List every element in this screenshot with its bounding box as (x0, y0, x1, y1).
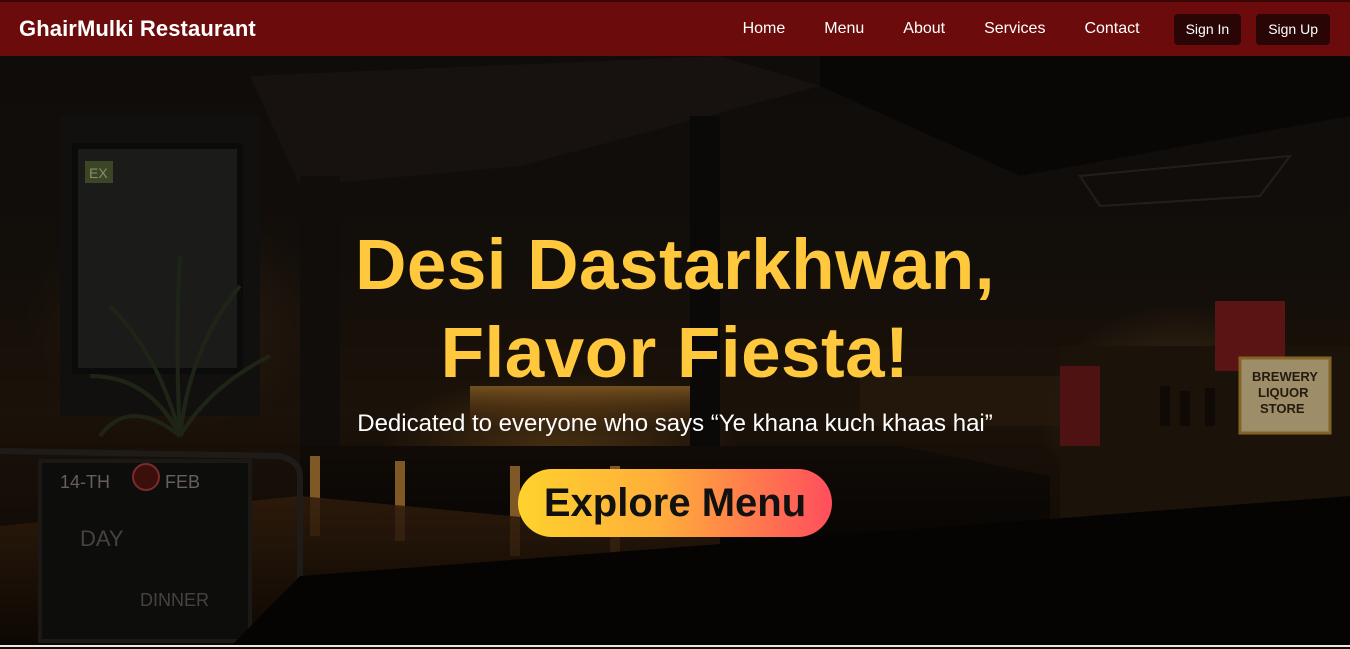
hero-headline: Desi Dastarkhwan, Flavor Fiesta! (0, 222, 1350, 398)
nav-link-contact[interactable]: Contact (1084, 20, 1139, 38)
hero-content: Desi Dastarkhwan, Flavor Fiesta! Dedicat… (0, 222, 1350, 537)
nav-link-about[interactable]: About (903, 20, 945, 38)
navbar: GhairMulki Restaurant Home Menu About Se… (0, 0, 1350, 56)
hero-tagline: Dedicated to everyone who says “Ye khana… (357, 410, 993, 437)
nav-link-home[interactable]: Home (743, 20, 786, 38)
nav-link-menu[interactable]: Menu (824, 20, 864, 38)
explore-menu-button[interactable]: Explore Menu (517, 469, 833, 537)
headline-line-2: Flavor Fiesta! (440, 314, 910, 393)
sign-in-button[interactable]: Sign In (1173, 13, 1242, 45)
nav-link-services[interactable]: Services (984, 20, 1045, 38)
headline-line-1: Desi Dastarkhwan, (355, 226, 995, 305)
brand-logo-text[interactable]: GhairMulki Restaurant (19, 16, 256, 42)
bottom-edge (0, 645, 1350, 647)
page: GhairMulki Restaurant Home Menu About Se… (0, 0, 1350, 649)
nav-links: Home Menu About Services Contact Sign In… (743, 2, 1350, 56)
sign-up-button[interactable]: Sign Up (1256, 13, 1330, 45)
